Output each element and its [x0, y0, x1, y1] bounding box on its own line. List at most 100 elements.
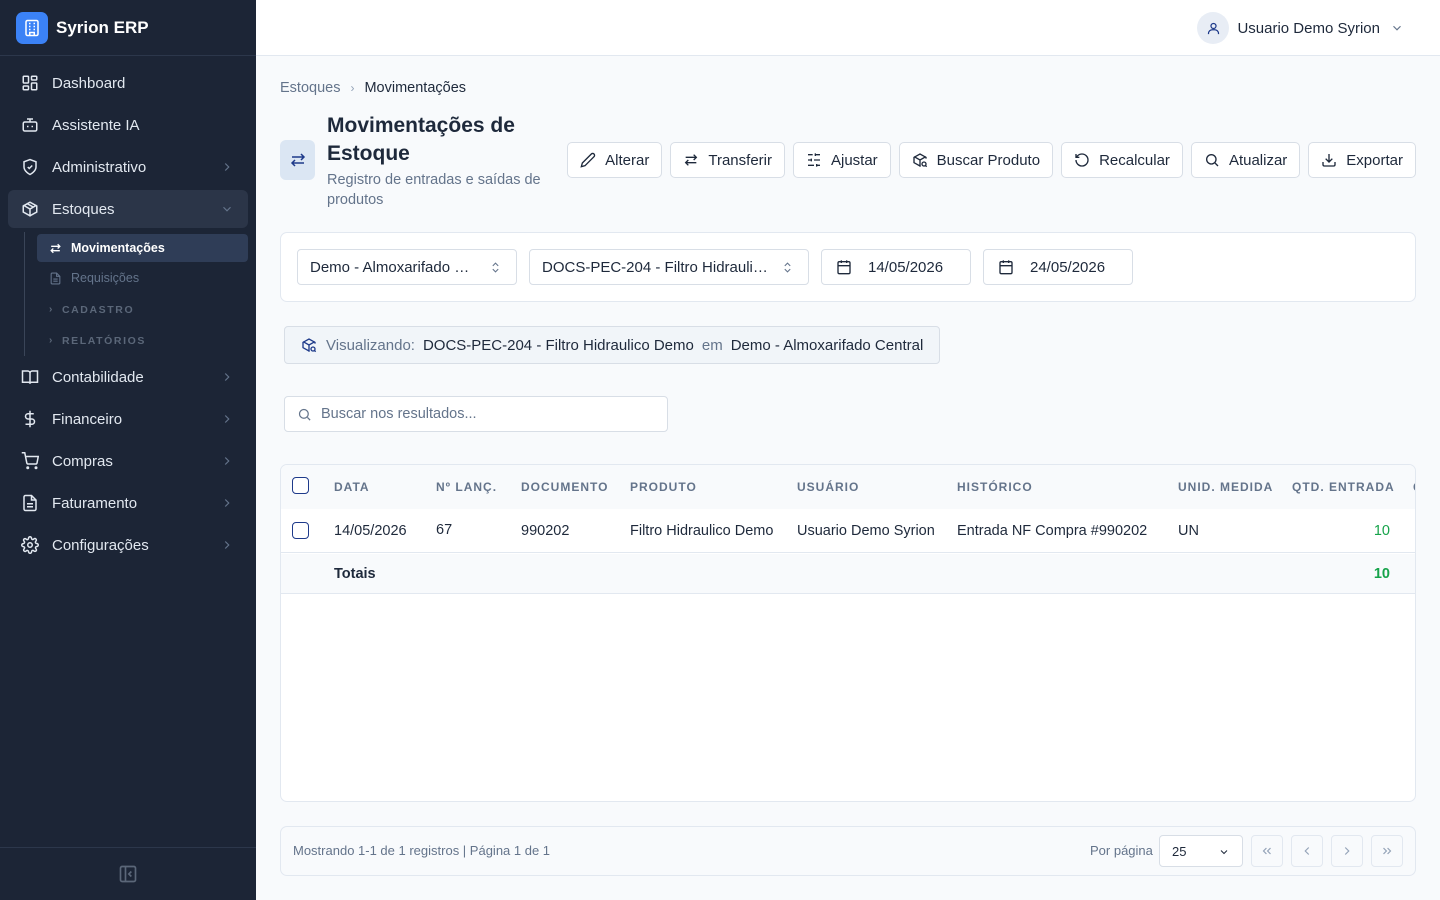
app-name: Syrion ERP: [56, 17, 149, 37]
chevron-right-icon: [224, 457, 230, 465]
transferir-button[interactable]: Transferir: [670, 142, 785, 178]
almoxarifado-select[interactable]: Demo - Almoxarifado Central: [297, 249, 517, 285]
movements-table: DATA Nº LANÇ. DOCUMENTO PRODUTO USUÁRIO …: [280, 464, 1416, 802]
select-all-checkbox[interactable]: [292, 477, 309, 494]
user-menu[interactable]: Usuario Demo Syrion: [1197, 12, 1404, 44]
atualizar-button[interactable]: Atualizar: [1190, 142, 1301, 178]
column-header-unid-medida[interactable]: UNID. MEDIDA: [1178, 465, 1273, 509]
alterar-label: Alterar: [605, 151, 650, 169]
data-inicio-value: 14/05/2026: [868, 258, 944, 276]
chevron-right-icon: [224, 373, 230, 381]
produto-value: DOCS-PEC-204 - Filtro Hidraulico Demo: [542, 258, 768, 276]
sidebar-item-compras[interactable]: Compras: [8, 442, 248, 480]
ajustar-button[interactable]: Ajustar: [792, 142, 891, 178]
sidebar-section-cadastro[interactable]: › CADASTRO: [37, 294, 248, 325]
sidebar-subitem-label: Requisições: [71, 271, 140, 285]
sidebar: Syrion ERP Dashboard Assistente IA Admin…: [0, 0, 256, 900]
previous-page-button[interactable]: [1291, 835, 1323, 867]
column-header-n-lanc[interactable]: Nº LANÇ.: [436, 465, 497, 509]
last-page-button[interactable]: [1371, 835, 1403, 867]
sidebar-section-relatorios[interactable]: › RELATÓRIOS: [37, 325, 248, 356]
breadcrumb: Estoques › Movimentações: [280, 80, 466, 96]
sidebar-item-financeiro[interactable]: Financeiro: [8, 400, 248, 438]
panel-left-collapse-icon: [119, 865, 137, 883]
recalcular-button[interactable]: Recalcular: [1061, 142, 1183, 178]
data-inicio-picker[interactable]: 14/05/2026: [821, 249, 971, 285]
sidebar-item-assistente-ia[interactable]: Assistente IA: [8, 106, 248, 144]
column-header-clipped[interactable]: Q: [1413, 465, 1415, 509]
almoxarifado-value: Demo - Almoxarifado Central: [310, 258, 476, 276]
atualizar-label: Atualizar: [1228, 151, 1288, 169]
file-icon: [49, 271, 63, 285]
results-search: [284, 396, 668, 432]
buscar-produto-button[interactable]: Buscar Produto: [898, 142, 1054, 178]
per-page-value: 25: [1172, 843, 1187, 859]
column-header-usuario[interactable]: USUÁRIO: [797, 465, 859, 509]
data-fim-picker[interactable]: 24/05/2026: [983, 249, 1133, 285]
chevrons-left-icon: [1262, 847, 1271, 855]
per-page-select[interactable]: 25: [1159, 835, 1243, 867]
toolbar: Alterar Transferir Ajustar Buscar Produt…: [559, 142, 1416, 178]
user-name: Usuario Demo Syrion: [1237, 19, 1380, 37]
invoice-icon: [20, 493, 40, 513]
collapse-sidebar-button[interactable]: [0, 847, 256, 900]
package-search-icon: [301, 337, 317, 353]
sidebar-item-label: Assistente IA: [52, 116, 140, 134]
chevrons-up-down-icon: [784, 262, 791, 273]
sidebar-item-dashboard[interactable]: Dashboard: [8, 64, 248, 102]
brand[interactable]: Syrion ERP: [0, 0, 256, 56]
calendar-icon: [998, 259, 1014, 275]
cell-qtd-entrada: 10: [1373, 522, 1390, 539]
sidebar-item-estoques[interactable]: Estoques: [8, 190, 248, 228]
package-icon: [20, 199, 40, 219]
dashboard-icon: [20, 73, 40, 93]
bot-icon: [20, 115, 40, 135]
chevron-left-icon: [1304, 847, 1310, 855]
row-checkbox[interactable]: [292, 522, 309, 539]
produto-select[interactable]: DOCS-PEC-204 - Filtro Hidraulico Demo: [529, 249, 809, 285]
column-header-historico[interactable]: HISTÓRICO: [957, 465, 1033, 509]
sidebar-item-contabilidade[interactable]: Contabilidade: [8, 358, 248, 396]
search-icon: [1204, 152, 1220, 168]
column-header-documento[interactable]: DOCUMENTO: [521, 465, 608, 509]
breadcrumb-estoques[interactable]: Estoques: [280, 80, 340, 96]
totals-label: Totais: [334, 565, 376, 582]
table-header: DATA Nº LANÇ. DOCUMENTO PRODUTO USUÁRIO …: [281, 465, 1415, 509]
search-icon: [297, 407, 312, 422]
viewing-product: DOCS-PEC-204 - Filtro Hidraulico Demo: [422, 336, 694, 354]
exportar-button[interactable]: Exportar: [1308, 142, 1416, 178]
download-icon: [1321, 152, 1337, 168]
table-row[interactable]: 14/05/2026 67 990202 Filtro Hidraulico D…: [281, 509, 1415, 553]
arrows-left-right-icon: [49, 241, 63, 255]
pagination-bar: Mostrando 1-1 de 1 registros | Página 1 …: [280, 826, 1416, 876]
sidebar-section-label: RELATÓRIOS: [61, 334, 146, 347]
sidebar-item-label: Faturamento: [52, 494, 138, 512]
chevron-right-icon: [224, 541, 230, 549]
sidebar-item-configuracoes[interactable]: Configurações: [8, 526, 248, 564]
chevron-right-icon: ›: [350, 81, 355, 95]
sidebar-item-label: Configurações: [52, 536, 149, 554]
viewing-banner: Visualizando: DOCS-PEC-204 - Filtro Hidr…: [284, 326, 941, 364]
user-icon: [1207, 22, 1220, 34]
sidebar-item-label: Financeiro: [52, 410, 123, 428]
column-header-produto[interactable]: PRODUTO: [630, 465, 697, 509]
alterar-button[interactable]: Alterar: [567, 142, 663, 178]
sidebar-item-label: Contabilidade: [52, 368, 144, 386]
viewing-label: Visualizando:: [326, 336, 415, 354]
chevron-right-icon: [1344, 847, 1350, 855]
next-page-button[interactable]: [1331, 835, 1363, 867]
column-header-qtd-entrada[interactable]: QTD. ENTRADA: [1292, 465, 1395, 509]
package-search-icon: [912, 152, 928, 168]
first-page-button[interactable]: [1251, 835, 1283, 867]
column-header-data[interactable]: DATA: [334, 465, 370, 509]
sidebar-subitem-requisicoes[interactable]: Requisições: [37, 264, 248, 292]
dollar-icon: [20, 409, 40, 429]
cell-unid-medida: UN: [1178, 522, 1199, 539]
sidebar-item-administrativo[interactable]: Administrativo: [8, 148, 248, 186]
ajustar-label: Ajustar: [830, 151, 878, 169]
sidebar-item-faturamento[interactable]: Faturamento: [8, 484, 248, 522]
top-header: Usuario Demo Syrion: [256, 0, 1440, 56]
search-input[interactable]: [321, 406, 641, 422]
chevron-down-icon: [1393, 25, 1401, 31]
sidebar-subitem-movimentacoes[interactable]: Movimentações: [37, 234, 248, 262]
